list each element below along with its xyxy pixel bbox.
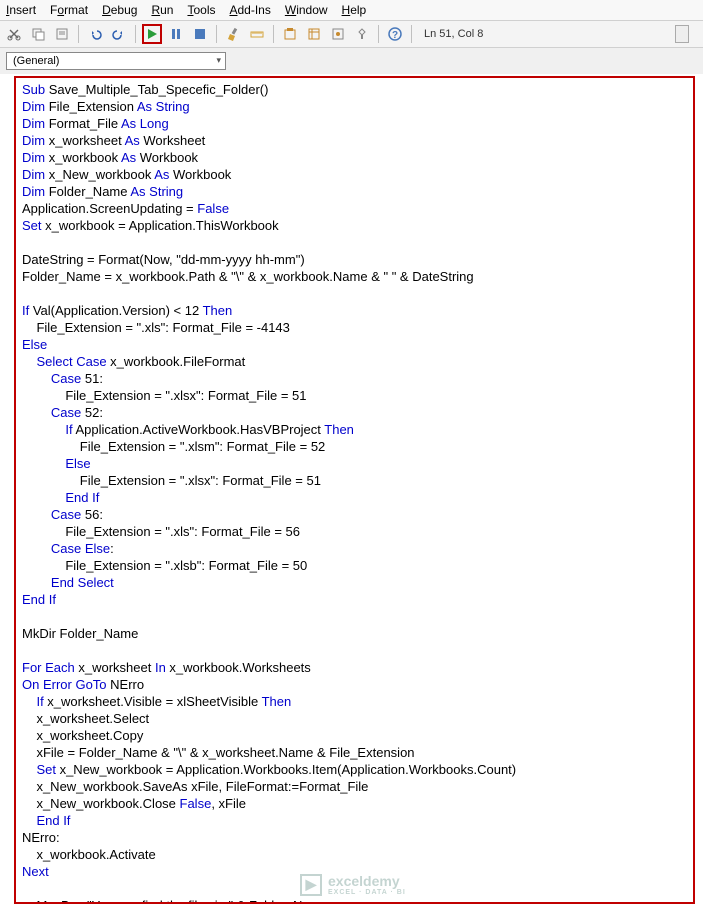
cut-icon[interactable] [4, 24, 24, 44]
object-dropdown-row: (General) [0, 48, 703, 74]
ruler-icon[interactable] [247, 24, 267, 44]
copy-icon[interactable] [28, 24, 48, 44]
object-dropdown[interactable]: (General) [6, 52, 226, 70]
menu-addins[interactable]: Add-Ins [229, 3, 270, 17]
menu-format[interactable]: Format [50, 3, 88, 17]
object-browser-icon[interactable] [328, 24, 348, 44]
redo-icon[interactable] [109, 24, 129, 44]
menu-bar: Insert Format Debug Run Tools Add-Ins Wi… [0, 0, 703, 21]
help-icon[interactable]: ? [385, 24, 405, 44]
code-content[interactable]: Sub Save_Multiple_Tab_Specefic_Folder() … [16, 78, 693, 904]
menu-insert[interactable]: Insert [6, 3, 36, 17]
menu-window[interactable]: Window [285, 3, 328, 17]
properties-icon[interactable] [304, 24, 324, 44]
run-button[interactable] [142, 24, 162, 44]
menu-run[interactable]: Run [151, 3, 173, 17]
svg-text:?: ? [392, 30, 398, 41]
menu-debug[interactable]: Debug [102, 3, 137, 17]
stop-icon[interactable] [190, 24, 210, 44]
project-icon[interactable] [280, 24, 300, 44]
code-editor[interactable]: Sub Save_Multiple_Tab_Specefic_Folder() … [14, 76, 695, 904]
find-icon[interactable] [52, 24, 72, 44]
toolbox-icon[interactable] [352, 24, 372, 44]
watermark-brand: exceldemy [328, 873, 406, 889]
watermark-tag: EXCEL · DATA · BI [328, 889, 406, 896]
toolbar: ? Ln 51, Col 8 [0, 21, 703, 48]
toolbar-overflow[interactable] [675, 25, 689, 43]
cursor-position: Ln 51, Col 8 [424, 28, 483, 40]
design-mode-icon[interactable] [223, 24, 243, 44]
menu-tools[interactable]: Tools [187, 3, 215, 17]
undo-icon[interactable] [85, 24, 105, 44]
watermark: ▶ exceldemy EXCEL · DATA · BI [300, 873, 406, 896]
pause-icon[interactable] [166, 24, 186, 44]
menu-help[interactable]: Help [342, 3, 367, 17]
watermark-logo-icon: ▶ [300, 874, 322, 896]
